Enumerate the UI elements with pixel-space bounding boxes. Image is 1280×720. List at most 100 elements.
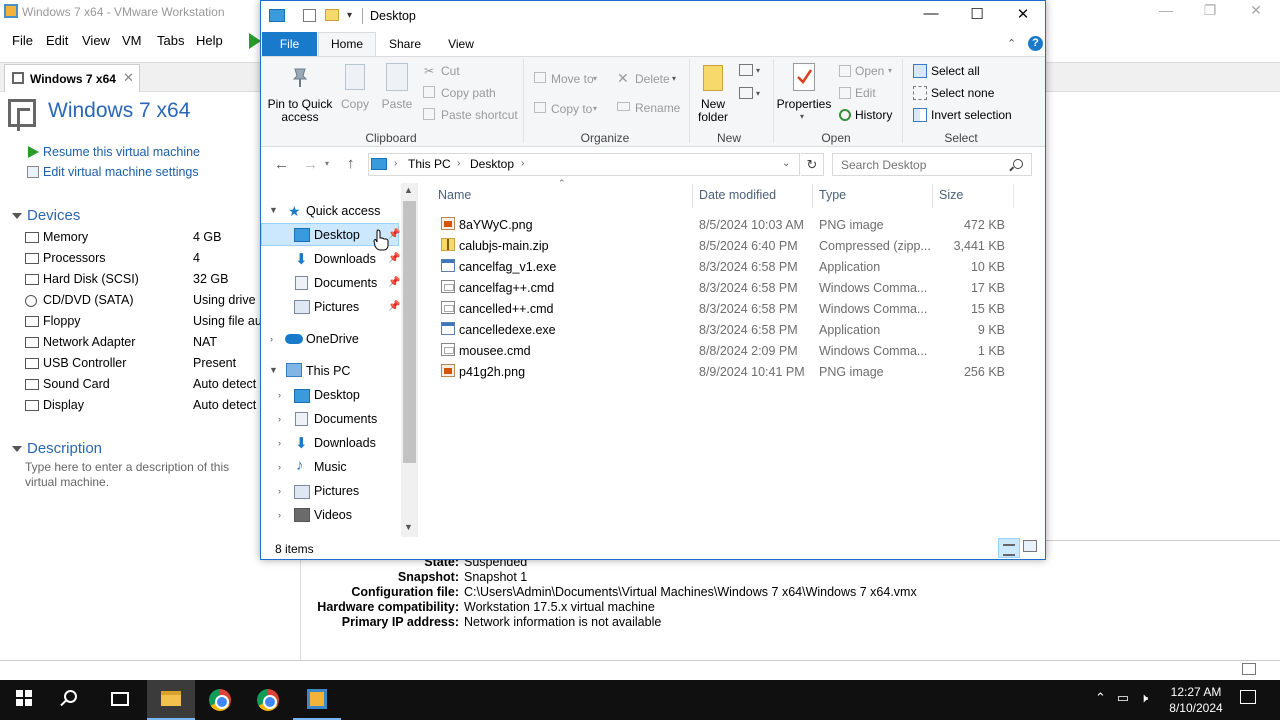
nav-pc-music[interactable]: Music: [314, 460, 347, 474]
menu-edit[interactable]: Edit: [46, 33, 68, 48]
qat-dropdown-icon[interactable]: ▾: [347, 10, 352, 21]
pin-to-quick-access-button[interactable]: Pin to Quick access: [267, 98, 333, 124]
close-button[interactable]: ✕: [1000, 5, 1046, 27]
volume-muted-icon[interactable]: 🕨: [1140, 690, 1148, 705]
select-all-button[interactable]: Select all: [931, 64, 980, 78]
description-collapse-icon[interactable]: [12, 446, 22, 452]
task-view-icon[interactable]: [111, 692, 129, 706]
chevron-right-icon[interactable]: ›: [278, 390, 281, 400]
file-name[interactable]: cancelfag++.cmd: [459, 281, 554, 295]
description-input[interactable]: Type here to enter a description of this…: [25, 460, 261, 490]
column-separator[interactable]: [692, 184, 693, 208]
delete-button[interactable]: Delete: [635, 72, 670, 86]
properties-qat-icon[interactable]: [303, 9, 316, 22]
properties-dropdown-icon[interactable]: ▾: [800, 112, 804, 121]
device-name[interactable]: USB Controller: [43, 356, 126, 370]
scroll-up-icon[interactable]: ▲: [404, 185, 413, 195]
search-box[interactable]: [832, 153, 1032, 176]
rename-button[interactable]: Rename: [635, 101, 680, 115]
cut-button[interactable]: Cut: [441, 64, 460, 78]
nav-qa-desktop[interactable]: Desktop: [314, 228, 360, 242]
paste-button[interactable]: Paste: [377, 98, 417, 111]
menu-tabs[interactable]: Tabs: [157, 33, 184, 48]
pin-icon[interactable]: 📌: [388, 229, 400, 240]
device-name[interactable]: Memory: [43, 230, 88, 244]
open-dropdown-icon[interactable]: ▾: [888, 66, 892, 75]
file-name[interactable]: mousee.cmd: [459, 344, 531, 358]
pin-icon[interactable]: 📌: [388, 253, 400, 264]
recent-locations-dropdown-icon[interactable]: ▾: [325, 159, 329, 168]
chevron-right-icon[interactable]: ›: [278, 510, 281, 520]
search-input[interactable]: [841, 158, 1001, 172]
chevron-right-icon[interactable]: ›: [278, 414, 281, 424]
large-icons-view-icon[interactable]: [1023, 540, 1037, 552]
device-name[interactable]: Sound Card: [43, 377, 110, 391]
menu-vm[interactable]: VM: [122, 33, 142, 48]
chevron-right-icon[interactable]: ›: [270, 334, 273, 344]
open-button[interactable]: Open: [855, 64, 884, 78]
column-separator[interactable]: [932, 184, 933, 208]
column-header-type[interactable]: Type: [819, 188, 846, 202]
new-item-icon[interactable]: [739, 64, 753, 76]
maximize-button[interactable]: ☐: [954, 5, 1000, 27]
network-icon[interactable]: ▭: [1117, 690, 1129, 705]
device-name[interactable]: Floppy: [43, 314, 81, 328]
pin-icon[interactable]: 📌: [388, 277, 400, 288]
menu-file[interactable]: File: [12, 33, 33, 48]
clock[interactable]: 12:27 AM 8/10/2024: [1168, 684, 1224, 716]
breadcrumb-this-pc[interactable]: This PC: [408, 157, 451, 171]
move-to-dropdown-icon[interactable]: ▾: [593, 74, 597, 83]
menu-help[interactable]: Help: [196, 33, 223, 48]
column-header-date[interactable]: Date modified: [699, 188, 776, 202]
nav-this-pc[interactable]: This PC: [306, 364, 350, 378]
easy-access-dropdown-icon[interactable]: ▾: [756, 89, 760, 98]
tab-share[interactable]: Share: [381, 32, 429, 56]
breadcrumb-desktop[interactable]: Desktop: [470, 157, 514, 171]
chevron-up-icon[interactable]: ⌃: [1095, 690, 1106, 705]
menu-view[interactable]: View: [82, 33, 110, 48]
delete-dropdown-icon[interactable]: ▾: [672, 74, 676, 83]
column-header-name[interactable]: Name: [438, 188, 471, 202]
tab-view[interactable]: View: [437, 32, 485, 56]
easy-access-icon[interactable]: [739, 87, 753, 99]
nav-pc-pictures[interactable]: Pictures: [314, 484, 359, 498]
minimize-button[interactable]: —: [908, 5, 954, 27]
edit-button[interactable]: Edit: [855, 86, 876, 100]
history-button[interactable]: History: [855, 108, 892, 122]
chrome-icon[interactable]: [209, 689, 231, 711]
properties-button[interactable]: Properties: [775, 98, 833, 111]
column-separator[interactable]: [1013, 184, 1014, 208]
copy-button[interactable]: Copy: [337, 98, 373, 111]
chevron-down-icon[interactable]: ▼: [269, 205, 278, 215]
back-arrow-icon[interactable]: ←: [274, 156, 289, 173]
nav-qa-documents[interactable]: Documents: [314, 276, 377, 290]
device-name[interactable]: Network Adapter: [43, 335, 135, 349]
copy-to-button[interactable]: Copy to: [551, 102, 592, 116]
file-name[interactable]: cancelfag_v1.exe: [459, 260, 556, 274]
nav-pc-desktop[interactable]: Desktop: [314, 388, 360, 402]
edit-vm-settings-link[interactable]: Edit virtual machine settings: [43, 165, 199, 179]
column-separator[interactable]: [812, 184, 813, 208]
column-header-size[interactable]: Size: [939, 188, 963, 202]
help-icon[interactable]: ?: [1028, 36, 1043, 51]
vmware-maximize-button[interactable]: ❐: [1190, 2, 1230, 19]
device-name[interactable]: CD/DVD (SATA): [43, 293, 134, 307]
device-name[interactable]: Hard Disk (SCSI): [43, 272, 139, 286]
vm-tab-close-icon[interactable]: ✕: [123, 70, 134, 86]
new-folder-qat-icon[interactable]: [325, 9, 339, 21]
nav-onedrive[interactable]: OneDrive: [306, 332, 359, 346]
breadcrumb-chevron-icon[interactable]: ›: [521, 158, 524, 169]
device-name[interactable]: Display: [43, 398, 84, 412]
new-folder-button[interactable]: New folder: [693, 98, 733, 124]
nav-quick-access[interactable]: Quick access: [306, 204, 380, 218]
file-name[interactable]: cancelledexe.exe: [459, 323, 556, 337]
vm-tab[interactable]: Windows 7 x64 ✕: [4, 64, 140, 92]
vmware-minimize-button[interactable]: —: [1146, 2, 1186, 18]
start-windows-icon[interactable]: [16, 690, 32, 706]
pin-icon[interactable]: 📌: [388, 301, 400, 312]
select-none-button[interactable]: Select none: [931, 86, 994, 100]
file-name[interactable]: 8aYWyC.png: [459, 218, 533, 232]
devices-collapse-icon[interactable]: [12, 213, 22, 219]
file-name[interactable]: calubjs-main.zip: [459, 239, 549, 253]
address-dropdown-icon[interactable]: ⌄: [782, 158, 790, 169]
